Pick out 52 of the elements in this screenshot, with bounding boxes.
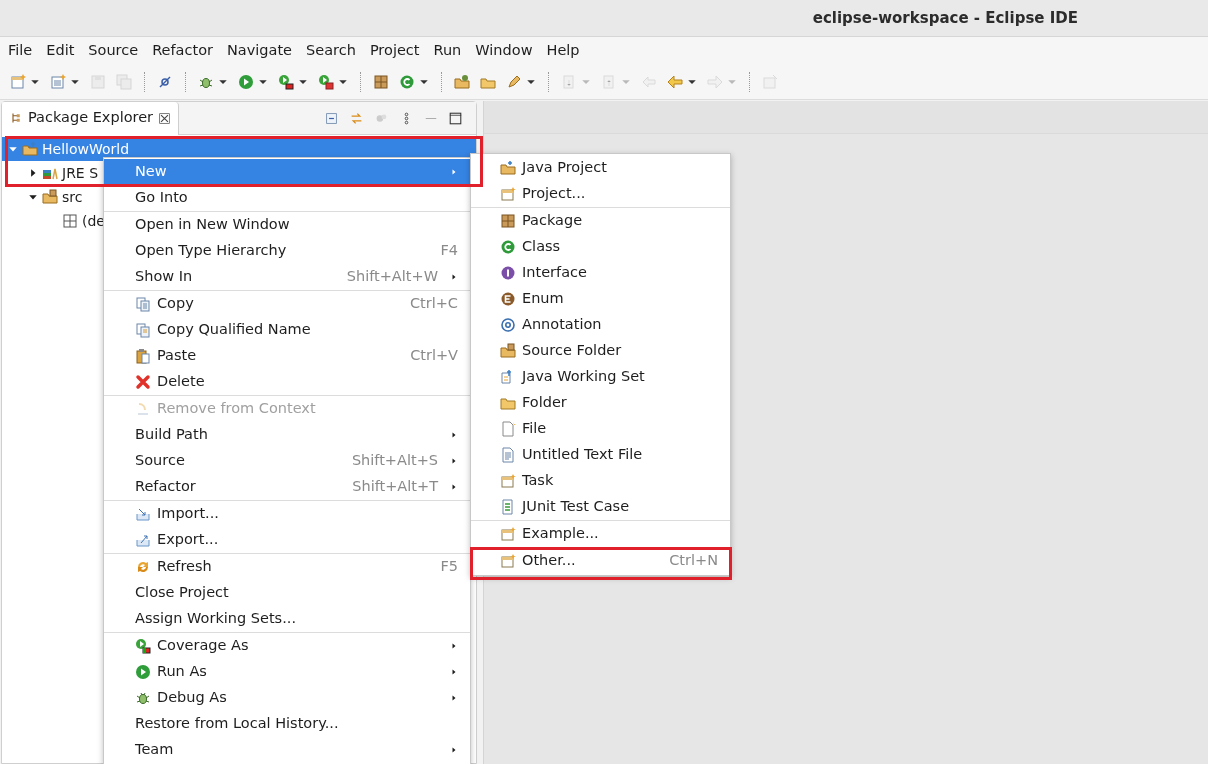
menu-item-label: Open Type Hierarchy [135, 241, 287, 261]
menu-item-label: Source [135, 451, 185, 471]
view-tab-label: Package Explorer [28, 108, 154, 128]
menu-item-label: Debug As [157, 688, 227, 708]
menu-item-label: New [135, 162, 167, 182]
tree-item-label: src [62, 187, 83, 207]
tree-item-label: HellowWorld [42, 139, 130, 159]
menu-item-label: Build Path [135, 425, 208, 445]
window-title: eclipse-workspace - Eclipse IDE [812, 7, 1078, 29]
menu-item-label: Run As [157, 662, 207, 682]
menu-item-label: Coverage As [157, 636, 249, 656]
menu-item-label: Interface [522, 263, 587, 283]
menu-item-label: Other... [522, 551, 576, 571]
menu-item-label: File [522, 419, 547, 439]
menu-item-label: Team [135, 740, 174, 760]
menu-item-label: Package [522, 211, 583, 231]
menu-item-label: Untitled Text File [522, 445, 643, 465]
tree-item-label: JRE S [62, 163, 99, 183]
menu-item-label: Refactor [135, 477, 196, 497]
menu-item-label: Close Project [135, 583, 229, 603]
menu-item-label: Class [522, 237, 561, 257]
menu-item-label: Delete [157, 372, 205, 392]
menu-item-label: Java Project [522, 158, 607, 178]
menu-item-label: Open in New Window [135, 215, 290, 235]
menu-item-label: Go Into [135, 188, 188, 208]
shortcut-label: Shift+Alt+S [351, 451, 438, 471]
shortcut-label: F5 [440, 557, 458, 577]
menu-item-label: Copy Qualified Name [157, 320, 311, 340]
menu-item-label: JUnit Test Case [522, 497, 630, 517]
menu-item-label: Enum [522, 289, 564, 309]
menu-item-label: Folder [522, 393, 567, 413]
menu-item-label: Project... [522, 184, 586, 204]
menu-item-label: Annotation [522, 315, 602, 335]
shortcut-label: F4 [440, 241, 458, 261]
shortcut-label: Ctrl+V [410, 346, 458, 366]
shortcut-label: Ctrl+C [409, 294, 458, 314]
menu-item-label: Source Folder [522, 341, 622, 361]
menu-item-label: Java Working Set [522, 367, 645, 387]
menu-item-label: Remove from Context [157, 399, 316, 419]
menu-item-label: Import... [157, 504, 219, 524]
menu-item-label: Show In [135, 267, 193, 287]
menu-item-label: Example... [522, 524, 599, 544]
menu-item-label: Task [522, 471, 554, 491]
shortcut-label: Shift+Alt+T [352, 477, 438, 497]
menu-item-label: Assign Working Sets... [135, 609, 296, 629]
shortcut-label: Ctrl+N [669, 551, 718, 571]
menu-item-label: Restore from Local History... [135, 714, 339, 734]
menu-item-label: Paste [157, 346, 197, 366]
menu-item-label: Export... [157, 530, 219, 550]
shortcut-label: Shift+Alt+W [346, 267, 438, 287]
menu-item-label: Refresh [157, 557, 212, 577]
menu-item-label: Copy [157, 294, 194, 314]
